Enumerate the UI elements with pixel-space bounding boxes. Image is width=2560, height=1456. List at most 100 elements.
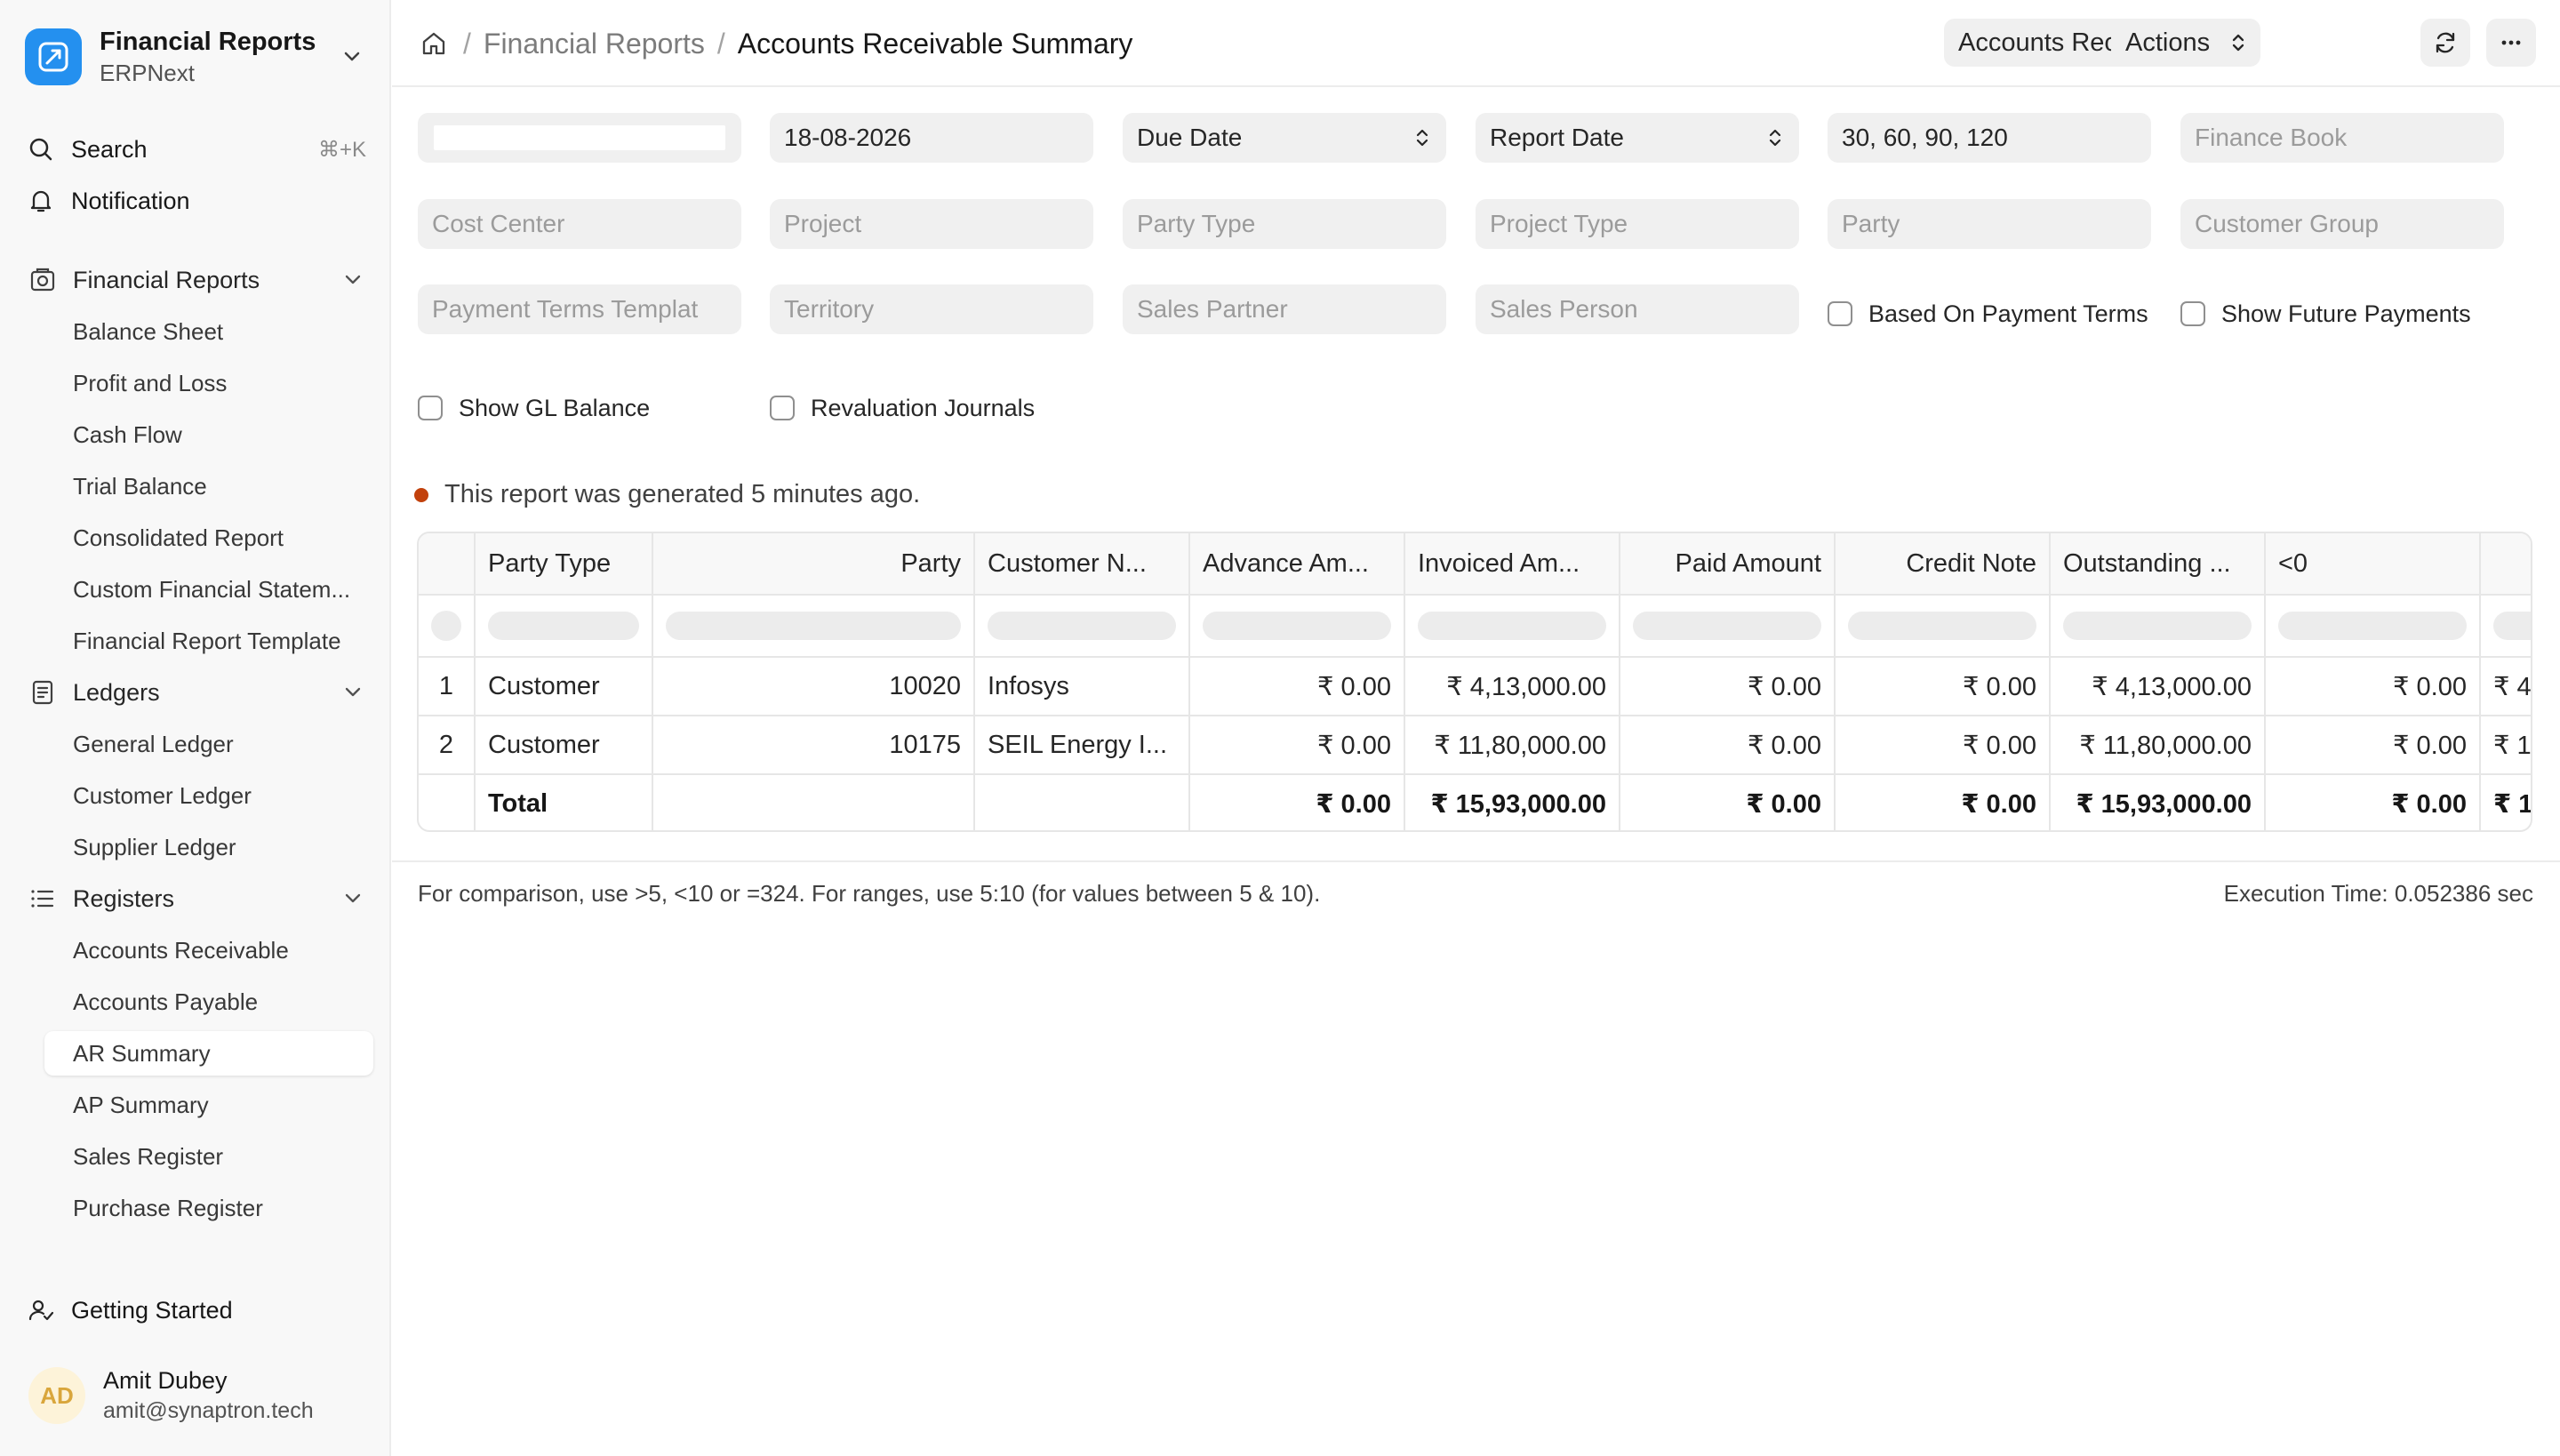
- sidebar-item-ar-summary[interactable]: AR Summary: [44, 1031, 373, 1076]
- table-row[interactable]: 1 Customer 10020 Infosys ₹ 0.00 ₹ 4,13,0…: [419, 658, 2531, 716]
- column-filter-paid-amount[interactable]: [1633, 612, 1821, 640]
- sidebar-item-ap-summary[interactable]: AP Summary: [44, 1083, 373, 1127]
- sidebar-group-financial-reports[interactable]: Financial Reports: [25, 257, 366, 303]
- sidebar-item-accounts-receivable[interactable]: Accounts Receivable: [44, 928, 373, 972]
- show-gl-balance-checkbox[interactable]: Show GL Balance: [418, 390, 650, 426]
- column-header-outstanding[interactable]: Outstanding ...: [2051, 533, 2266, 594]
- table-header-row: Party Type Party Customer N... Advance A…: [419, 533, 2531, 596]
- column-header-credit-note[interactable]: Credit Note: [1836, 533, 2051, 594]
- cell-invoiced-amount[interactable]: ₹ 4,13,000.00: [1405, 658, 1620, 715]
- column-filter-credit-note[interactable]: [1848, 612, 2036, 640]
- column-filter-party[interactable]: [666, 612, 961, 640]
- cell-outstanding[interactable]: ₹ 4,13,000.00: [2051, 658, 2266, 715]
- column-header-paid-amount[interactable]: Paid Amount: [1620, 533, 1836, 594]
- cell-range-lt0[interactable]: ₹ 0.00: [2266, 716, 2481, 773]
- app-switcher[interactable]: Financial Reports ERPNext: [25, 21, 366, 92]
- cell-outstanding[interactable]: ₹ 11,80,000.00: [2051, 716, 2266, 773]
- cell-party-type[interactable]: Customer: [476, 658, 653, 715]
- cell-party-type[interactable]: Customer: [476, 716, 653, 773]
- based-on-payment-terms-checkbox[interactable]: Based On Payment Terms: [1828, 296, 2148, 332]
- refresh-button[interactable]: [2420, 19, 2470, 67]
- cell-credit-note[interactable]: ₹ 0.00: [1836, 658, 2051, 715]
- sidebar-item-trial-balance[interactable]: Trial Balance: [44, 464, 373, 508]
- user-menu[interactable]: AD Amit Dubey amit@synaptron.tech: [28, 1360, 366, 1431]
- cell-invoiced-amount[interactable]: ₹ 11,80,000.00: [1405, 716, 1620, 773]
- notification-button[interactable]: Notification: [25, 178, 366, 224]
- sidebar-item-accounts-payable[interactable]: Accounts Payable: [44, 980, 373, 1024]
- party-type-field[interactable]: Party Type: [1123, 199, 1446, 249]
- party-field[interactable]: Party: [1828, 199, 2151, 249]
- column-filter-party-type[interactable]: [488, 612, 639, 640]
- company-filter[interactable]: [418, 113, 741, 163]
- cell-credit-note[interactable]: ₹ 0.00: [1836, 716, 2051, 773]
- cell-advance-amount[interactable]: ₹ 0.00: [1190, 658, 1405, 715]
- search-button[interactable]: Search ⌘+K: [25, 126, 366, 172]
- sidebar-item-custom-financial-statement[interactable]: Custom Financial Statem...: [44, 567, 373, 612]
- getting-started-button[interactable]: Getting Started: [25, 1287, 366, 1333]
- sidebar-group-registers[interactable]: Registers: [25, 876, 366, 922]
- sales-person-field[interactable]: Sales Person: [1476, 284, 1799, 334]
- company-input[interactable]: [432, 124, 727, 152]
- column-filter-advance-amount[interactable]: [1203, 612, 1391, 640]
- column-filter-next[interactable]: [2493, 612, 2531, 640]
- breadcrumb-financial-reports[interactable]: Financial Reports: [484, 28, 705, 60]
- sidebar-item-consolidated-report[interactable]: Consolidated Report: [44, 516, 373, 560]
- checkbox-box[interactable]: [418, 396, 443, 420]
- cell-customer-name[interactable]: Infosys: [975, 658, 1190, 715]
- cell-next[interactable]: ₹ 4: [2481, 658, 2531, 715]
- sidebar-item-purchase-register[interactable]: Purchase Register: [44, 1186, 373, 1230]
- table-row[interactable]: 2 Customer 10175 SEIL Energy I... ₹ 0.00…: [419, 716, 2531, 775]
- cell-range-lt0[interactable]: ₹ 0.00: [2266, 658, 2481, 715]
- sidebar-item-general-ledger[interactable]: General Ledger: [44, 722, 373, 766]
- column-filter-invoiced-amount[interactable]: [1418, 612, 1606, 640]
- column-filter-range-lt0[interactable]: [2278, 612, 2467, 640]
- cell-party[interactable]: 10175: [653, 716, 975, 773]
- column-header-party-type[interactable]: Party Type: [476, 533, 653, 594]
- column-header-advance-amount[interactable]: Advance Am...: [1190, 533, 1405, 594]
- customer-group-field[interactable]: Customer Group: [2180, 199, 2504, 249]
- cell-party[interactable]: 10020: [653, 658, 975, 715]
- sidebar-item-customer-ledger[interactable]: Customer Ledger: [44, 773, 373, 818]
- checkbox-box[interactable]: [1828, 301, 1852, 326]
- cell-paid-amount[interactable]: ₹ 0.00: [1620, 658, 1836, 715]
- payment-terms-template-placeholder: Payment Terms Templat: [432, 295, 699, 323]
- sidebar-item-financial-report-template[interactable]: Financial Report Template: [44, 619, 373, 663]
- project-type-field[interactable]: Project Type: [1476, 199, 1799, 249]
- territory-field[interactable]: Territory: [770, 284, 1093, 334]
- home-icon[interactable]: [417, 27, 451, 60]
- cost-center-field[interactable]: Cost Center: [418, 199, 741, 249]
- column-filter-outstanding[interactable]: [2063, 612, 2252, 640]
- show-future-payments-checkbox[interactable]: Show Future Payments: [2180, 296, 2471, 332]
- column-filter-customer-name[interactable]: [988, 612, 1176, 640]
- payment-terms-template-field[interactable]: Payment Terms Templat: [418, 284, 741, 334]
- cell-next[interactable]: ₹ 1: [2481, 716, 2531, 773]
- finance-book-field[interactable]: Finance Book: [2180, 113, 2504, 163]
- project-placeholder: Project: [784, 210, 862, 237]
- project-field[interactable]: Project: [770, 199, 1093, 249]
- more-options-button[interactable]: [2486, 19, 2536, 67]
- sidebar-item-balance-sheet[interactable]: Balance Sheet: [44, 309, 373, 354]
- cell-customer-name[interactable]: SEIL Energy I...: [975, 716, 1190, 773]
- actions-button[interactable]: Actions: [2111, 19, 2260, 67]
- ageing-range-field[interactable]: 30, 60, 90, 120: [1828, 113, 2151, 163]
- column-header-invoiced-amount[interactable]: Invoiced Am...: [1405, 533, 1620, 594]
- ageing-based-on-select[interactable]: Due Date: [1123, 113, 1446, 163]
- sidebar-item-profit-and-loss[interactable]: Profit and Loss: [44, 361, 373, 405]
- sidebar-item-supplier-ledger[interactable]: Supplier Ledger: [44, 825, 373, 869]
- sales-partner-field[interactable]: Sales Partner: [1123, 284, 1446, 334]
- checkbox-box[interactable]: [770, 396, 795, 420]
- row-filter-toggle[interactable]: [431, 611, 461, 641]
- column-header-party[interactable]: Party: [653, 533, 975, 594]
- cell-paid-amount[interactable]: ₹ 0.00: [1620, 716, 1836, 773]
- cell-advance-amount[interactable]: ₹ 0.00: [1190, 716, 1405, 773]
- calculate-ageing-with-select[interactable]: Report Date: [1476, 113, 1799, 163]
- sidebar-item-sales-register[interactable]: Sales Register: [44, 1134, 373, 1179]
- column-header-next[interactable]: [2481, 533, 2531, 594]
- revaluation-journals-checkbox[interactable]: Revaluation Journals: [770, 390, 1035, 426]
- checkbox-box[interactable]: [2180, 301, 2205, 326]
- sidebar-group-ledgers[interactable]: Ledgers: [25, 669, 366, 716]
- column-header-customer-name[interactable]: Customer N...: [975, 533, 1190, 594]
- report-date-field[interactable]: 18-08-2026: [770, 113, 1093, 163]
- column-header-range-lt0[interactable]: <0: [2266, 533, 2481, 594]
- sidebar-item-cash-flow[interactable]: Cash Flow: [44, 412, 373, 457]
